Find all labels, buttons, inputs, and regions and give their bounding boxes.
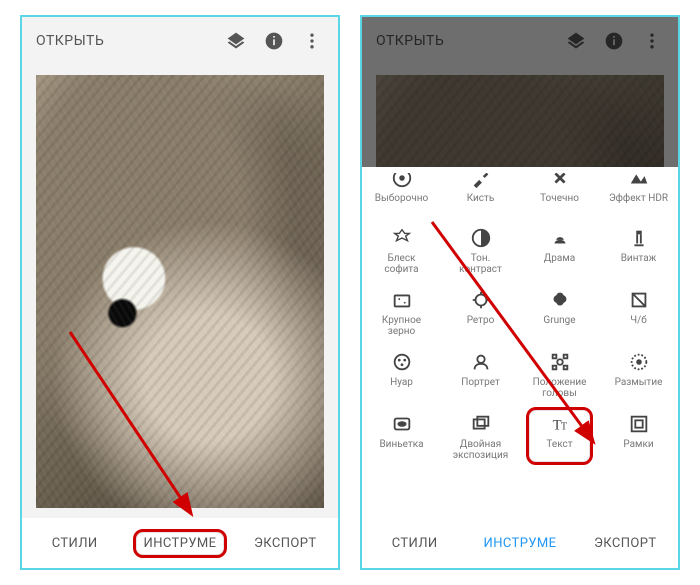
tool-label: Текст	[546, 439, 572, 459]
tool-grainy[interactable]: Крупноезерно	[362, 281, 441, 343]
tool-label: Нуар	[390, 377, 413, 397]
tool-label: Кисть	[467, 193, 495, 213]
screen-tools-open: ОТКРЫТЬ ВыборочноКистьТочечноЭффект HDRБ…	[360, 15, 680, 570]
highlight-ring: ИНСТРУМЕ	[133, 529, 228, 558]
vignette-icon	[391, 413, 413, 435]
tool-bw[interactable]: Ч/б	[599, 281, 678, 343]
bottom-tabs: СТИЛИ ИНСТРУМЕ ЭКСПОРТ	[22, 518, 338, 568]
screen-main: ОТКРЫТЬ СТИЛИ ИНСТРУМЕ ЭКСПОРТ	[20, 15, 340, 570]
noir-icon	[391, 351, 413, 373]
tool-double[interactable]: Двойнаяэкспозиция	[441, 405, 520, 467]
portrait-icon	[470, 351, 492, 373]
tool-grunge[interactable]: Grunge	[520, 281, 599, 343]
glamour-icon	[391, 227, 413, 249]
tool-label: Положениеголовы	[533, 377, 587, 399]
retro-icon	[470, 289, 492, 311]
tool-text[interactable]: TT Текст	[520, 405, 599, 467]
tool-portrait[interactable]: Портрет	[441, 343, 520, 405]
tool-label: Эффект HDR	[609, 193, 668, 213]
tool-headpose[interactable]: Положениеголовы	[520, 343, 599, 405]
tab-export[interactable]: ЭКСПОРТ	[573, 518, 678, 568]
tool-noir[interactable]: Нуар	[362, 343, 441, 405]
tool-label: Винтаж	[621, 253, 657, 273]
tool-label: Ретро	[467, 315, 495, 335]
tool-label: Выборочно	[375, 193, 428, 213]
tool-vignette[interactable]: Виньетка	[362, 405, 441, 467]
tab-export[interactable]: ЭКСПОРТ	[233, 518, 338, 568]
tool-label: Блесксофита	[384, 253, 418, 275]
blur-icon	[628, 351, 650, 373]
tool-label: Размытие	[615, 377, 663, 397]
healing-icon	[549, 173, 571, 189]
info-icon[interactable]	[262, 29, 286, 53]
open-button[interactable]: ОТКРЫТЬ	[36, 33, 104, 49]
tool-frames[interactable]: Рамки	[599, 405, 678, 467]
more-vert-icon[interactable]	[300, 29, 324, 53]
tool-selective[interactable]: Выборочно	[362, 173, 441, 219]
vintage-icon	[628, 227, 650, 249]
tool-tonal[interactable]: Тон.контраст	[441, 219, 520, 281]
tool-healing[interactable]: Точечно	[520, 173, 599, 219]
tool-label: Рамки	[623, 439, 653, 459]
tool-label: Grunge	[543, 315, 575, 335]
image-canvas[interactable]	[36, 75, 324, 508]
tool-label: Точечно	[540, 193, 579, 213]
tab-tools[interactable]: ИНСТРУМЕ	[467, 518, 572, 568]
grainy-icon	[391, 289, 413, 311]
frames-icon	[628, 413, 650, 435]
tab-styles[interactable]: СТИЛИ	[22, 518, 127, 568]
tool-label: Драма	[544, 253, 575, 273]
brush-icon	[470, 173, 492, 189]
tool-hdr[interactable]: Эффект HDR	[599, 173, 678, 219]
tool-label: Крупноезерно	[382, 315, 421, 337]
tool-drama[interactable]: Драма	[520, 219, 599, 281]
drama-icon	[549, 227, 571, 249]
svg-text:T: T	[560, 422, 566, 433]
hdr-icon	[628, 173, 650, 189]
tonal-icon	[470, 227, 492, 249]
selective-icon	[391, 173, 413, 189]
bottom-tabs: СТИЛИ ИНСТРУМЕ ЭКСПОРТ	[362, 518, 678, 568]
tab-styles[interactable]: СТИЛИ	[362, 518, 467, 568]
photo-content	[36, 75, 324, 508]
bw-icon	[628, 289, 650, 311]
tool-label: Тон.контраст	[459, 253, 502, 275]
tab-tools-label: ИНСТРУМЕ	[144, 536, 217, 551]
double-icon	[470, 413, 492, 435]
grunge-icon	[549, 289, 571, 311]
headpose-icon	[549, 351, 571, 373]
tool-label: Двойнаяэкспозиция	[453, 439, 508, 461]
tool-retro[interactable]: Ретро	[441, 281, 520, 343]
tool-glamour[interactable]: Блесксофита	[362, 219, 441, 281]
top-toolbar: ОТКРЫТЬ	[22, 17, 338, 65]
tool-label: Виньетка	[379, 439, 423, 459]
tool-brush[interactable]: Кисть	[441, 173, 520, 219]
layers-icon[interactable]	[224, 29, 248, 53]
tools-panel: Выборочно Кисть Точечно Эффект HDR Блесксофи…	[362, 167, 678, 518]
text-icon: TT	[549, 413, 571, 435]
tab-tools[interactable]: ИНСТРУМЕ	[127, 518, 232, 568]
tool-label: Портрет	[461, 377, 500, 397]
tool-label: Ч/б	[630, 315, 647, 335]
tool-vintage[interactable]: Винтаж	[599, 219, 678, 281]
tool-blur[interactable]: Размытие	[599, 343, 678, 405]
tools-grid: Выборочно Кисть Точечно Эффект HDR Блесксофи…	[362, 173, 678, 467]
